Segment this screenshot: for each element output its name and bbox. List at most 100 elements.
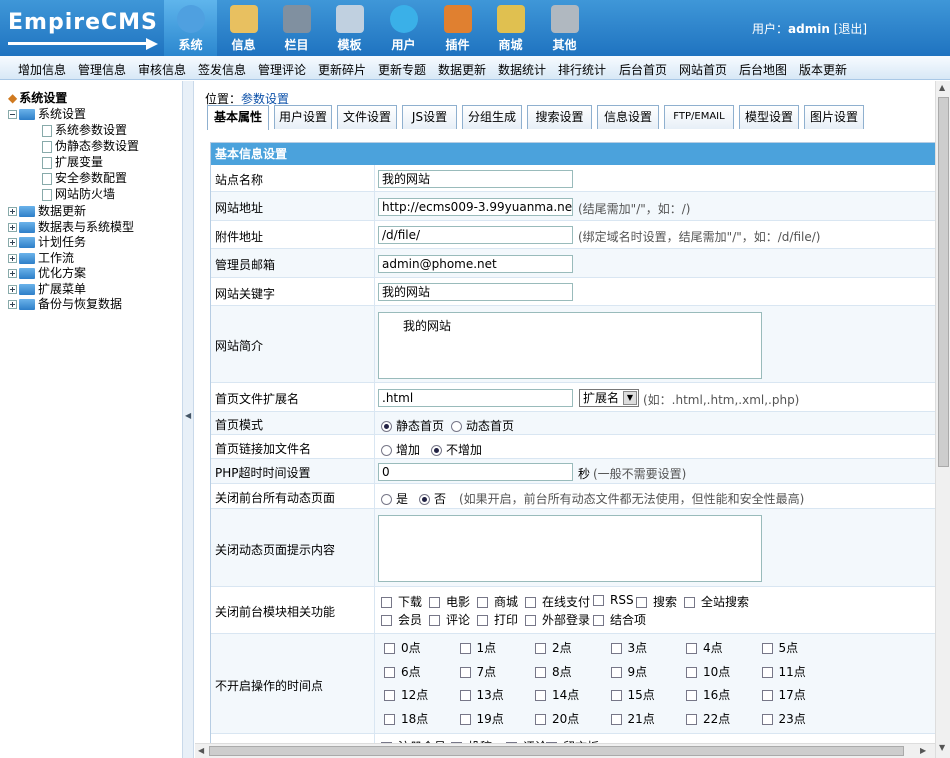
topnav-7[interactable]: 其他 [538, 0, 591, 56]
tree-group[interactable]: 备份与恢复数据 [8, 295, 122, 312]
checkbox-option[interactable]: 打印 [477, 611, 518, 628]
tab-2[interactable]: 文件设置 [337, 105, 397, 129]
checkbox[interactable] [686, 690, 697, 701]
hour-checkbox[interactable]: 11点 [761, 663, 806, 680]
hour-checkbox[interactable]: 13点 [459, 686, 504, 703]
expand-icon[interactable] [8, 269, 17, 278]
checkbox[interactable] [384, 666, 395, 678]
intro-textarea[interactable]: 我的网站 [378, 312, 762, 379]
hour-checkbox[interactable]: 7点 [459, 663, 496, 680]
expand-icon[interactable] [8, 207, 17, 216]
tree-group[interactable]: 数据表与系统模型 [8, 218, 134, 235]
tab-0[interactable]: 基本属性 [207, 105, 269, 130]
menu-item[interactable]: 审核信息 [138, 61, 186, 78]
radio-option[interactable]: 否 [419, 490, 446, 507]
tree-group[interactable]: 数据更新 [8, 202, 86, 219]
hour-checkbox[interactable]: 12点 [384, 686, 428, 703]
checkbox[interactable] [384, 713, 395, 725]
checkbox[interactable] [610, 666, 622, 678]
topnav-5[interactable]: 插件 [431, 0, 484, 56]
breadcrumb-link[interactable]: 参数设置 [241, 92, 289, 106]
hour-checkbox[interactable]: 1点 [459, 639, 496, 656]
logout-link[interactable]: [退出] [834, 22, 867, 36]
checkbox-option[interactable]: 全站搜索 [684, 593, 749, 610]
close-msg-textarea[interactable] [378, 515, 762, 582]
checkbox[interactable] [686, 643, 697, 654]
vertical-scrollbar[interactable]: ▲ ▼ [935, 81, 950, 758]
checkbox[interactable] [535, 666, 546, 678]
checkbox-option[interactable]: RSS [593, 593, 634, 607]
hour-checkbox[interactable]: 18点 [384, 710, 428, 727]
checkbox[interactable] [525, 615, 536, 626]
checkbox[interactable] [381, 615, 392, 626]
scroll-right-icon[interactable]: ▶ [920, 746, 926, 755]
radio-button[interactable] [381, 494, 392, 505]
hour-checkbox[interactable]: 23点 [761, 710, 806, 727]
radio-button[interactable] [381, 445, 392, 456]
tab-8[interactable]: 模型设置 [739, 105, 799, 129]
checkbox-option[interactable]: 在线支付 [525, 593, 590, 610]
tree-item[interactable]: 伪静态参数设置 [42, 137, 139, 154]
checkbox[interactable] [459, 713, 471, 725]
tree-item[interactable]: 网站防火墙 [42, 185, 115, 202]
radio-button[interactable] [419, 494, 430, 505]
tree-item[interactable]: 扩展变量 [42, 153, 103, 170]
hour-checkbox[interactable]: 10点 [686, 663, 730, 680]
radio-option[interactable]: 静态首页 [381, 417, 444, 434]
checkbox[interactable] [610, 643, 622, 654]
menu-item[interactable]: 后台首页 [619, 61, 667, 78]
checkbox[interactable] [761, 666, 773, 678]
checkbox[interactable] [761, 690, 773, 701]
hour-checkbox[interactable]: 3点 [610, 639, 647, 656]
hour-checkbox[interactable]: 0点 [384, 639, 421, 656]
expand-icon[interactable] [8, 253, 17, 263]
checkbox[interactable] [636, 597, 647, 608]
radio-button[interactable] [451, 421, 462, 432]
radio-button[interactable] [381, 421, 392, 432]
checkbox[interactable] [610, 690, 622, 701]
checkbox[interactable] [686, 713, 697, 725]
hour-checkbox[interactable]: 21点 [610, 710, 655, 727]
radio-option[interactable]: 是 [381, 490, 408, 507]
menu-item[interactable]: 更新碎片 [318, 61, 366, 78]
checkbox[interactable] [459, 666, 471, 678]
menu-item[interactable]: 数据统计 [498, 61, 546, 78]
tree-root[interactable]: ◆ 系统设置 [8, 89, 67, 106]
sidebar-toggle[interactable]: ◀ [183, 81, 194, 758]
tree-item[interactable]: 系统参数设置 [42, 121, 127, 138]
scroll-left-icon[interactable]: ◀ [198, 746, 204, 755]
index-ext-input[interactable]: .html [378, 389, 573, 407]
dropdown-arrow-icon[interactable]: ▼ [623, 391, 637, 405]
menu-item[interactable]: 增加信息 [18, 61, 66, 78]
menu-item[interactable]: 签发信息 [198, 61, 246, 78]
menu-item[interactable]: 数据更新 [438, 61, 486, 78]
hour-checkbox[interactable]: 6点 [384, 663, 421, 680]
radio-button[interactable] [431, 445, 442, 456]
menu-item[interactable]: 管理评论 [258, 61, 306, 78]
checkbox-option[interactable]: 电影 [429, 593, 470, 610]
admin-email-input[interactable]: admin@phome.net [378, 255, 573, 273]
expand-icon[interactable] [8, 238, 17, 247]
hour-checkbox[interactable]: 4点 [686, 639, 723, 656]
tab-1[interactable]: 用户设置 [274, 105, 332, 129]
attach-url-input[interactable]: /d/file/ [378, 226, 573, 244]
tree-item[interactable]: 安全参数配置 [42, 169, 127, 186]
menu-item[interactable]: 网站首页 [679, 61, 727, 78]
scroll-thumb[interactable] [938, 97, 949, 467]
hour-checkbox[interactable]: 15点 [610, 686, 655, 703]
checkbox[interactable] [761, 643, 773, 654]
checkbox[interactable] [384, 643, 395, 654]
checkbox[interactable] [429, 597, 440, 608]
collapse-arrow-icon[interactable]: ◀ [185, 411, 191, 420]
checkbox[interactable] [593, 615, 604, 626]
checkbox[interactable] [535, 690, 546, 701]
site-name-input[interactable]: 我的网站 [378, 170, 573, 188]
checkbox[interactable] [535, 643, 546, 654]
tab-6[interactable]: 信息设置 [597, 105, 659, 129]
hour-checkbox[interactable]: 2点 [535, 639, 572, 656]
checkbox-option[interactable]: 结合项 [593, 611, 646, 628]
hour-checkbox[interactable]: 9点 [610, 663, 647, 680]
expand-icon[interactable] [8, 300, 17, 309]
tree-group[interactable]: 优化方案 [8, 264, 86, 281]
hour-checkbox[interactable]: 16点 [686, 686, 730, 703]
